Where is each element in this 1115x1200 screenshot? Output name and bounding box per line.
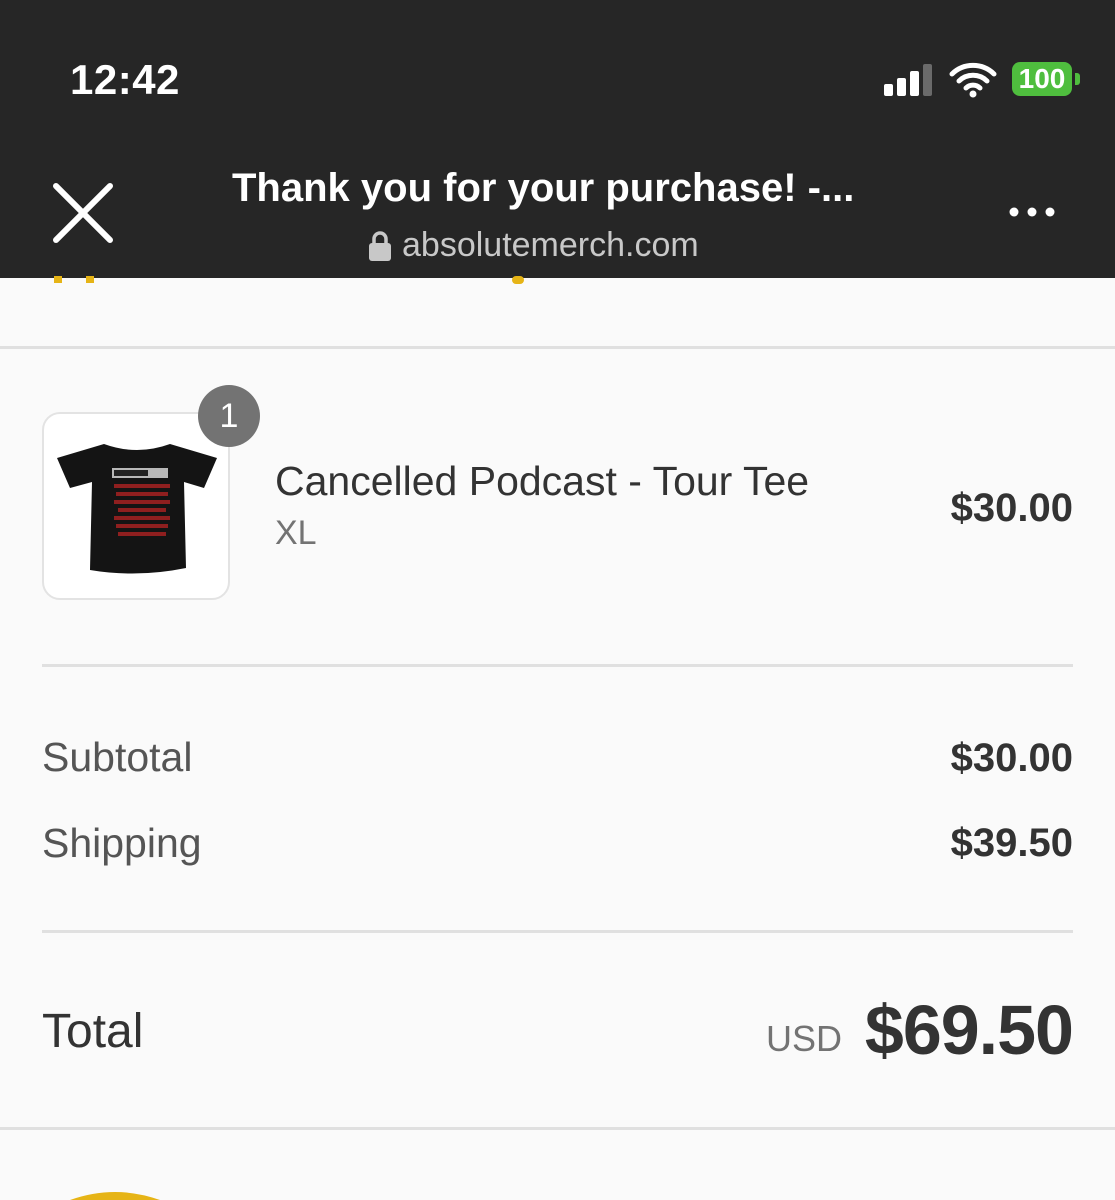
battery-icon: 100 (1012, 62, 1072, 96)
battery-nub (1075, 73, 1080, 85)
total-label: Total (42, 1005, 144, 1058)
product-variant: XL (275, 514, 317, 552)
quantity-badge: 1 (198, 385, 260, 447)
shipping-label: Shipping (42, 820, 202, 866)
currency-code: USD (766, 1018, 843, 1059)
more-icon[interactable] (1004, 200, 1060, 224)
cellular-signal-icon (884, 64, 932, 96)
product-price: $30.00 (950, 486, 1073, 530)
browser-header: 12:42 100 Thank you for your purchase! -… (0, 0, 1115, 278)
subtotal-label: Subtotal (42, 734, 193, 780)
subtotal-value: $30.00 (950, 736, 1073, 780)
shipping-value: $39.50 (950, 821, 1073, 865)
url-bar[interactable]: absolutemerch.com (368, 226, 699, 265)
wifi-icon (949, 62, 997, 98)
page-title: Thank you for your purchase! -... (232, 166, 855, 210)
product-name: Cancelled Podcast - Tour Tee (275, 458, 810, 504)
scrolled-content-edge-bottom (70, 1192, 160, 1200)
section-divider (0, 346, 1115, 349)
url-text: absolutemerch.com (402, 226, 699, 264)
section-divider-bottom (0, 1127, 1115, 1130)
items-divider (42, 664, 1073, 667)
close-icon[interactable] (50, 180, 116, 246)
scrolled-content-edge (54, 276, 524, 284)
status-time: 12:42 (70, 56, 180, 103)
black-tshirt-image (57, 444, 217, 574)
lock-icon (369, 230, 391, 261)
total-value: $69.50 (864, 991, 1074, 1069)
totals-divider (42, 930, 1073, 933)
product-thumbnail (42, 412, 230, 600)
